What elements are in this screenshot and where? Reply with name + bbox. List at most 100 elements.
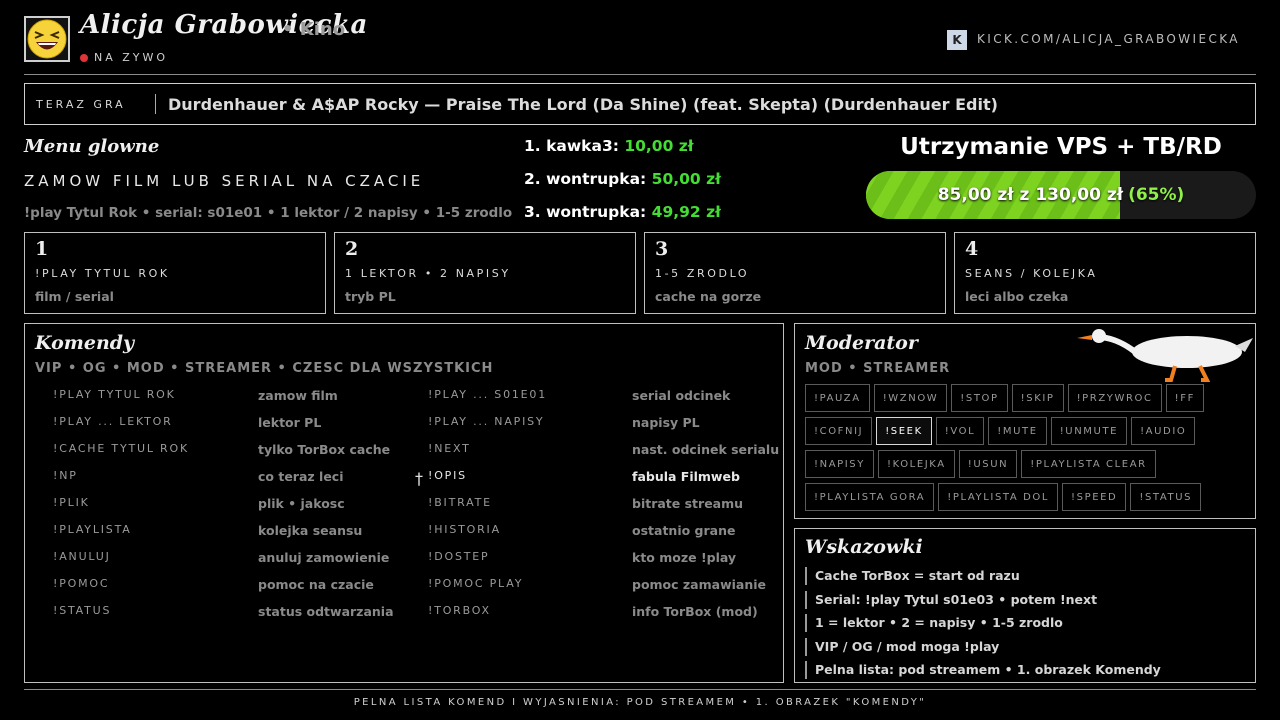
step-card: 2 1 LEKTOR • 2 NAPISY tryb PL xyxy=(334,232,636,314)
now-playing-separator xyxy=(155,94,156,114)
channel-url[interactable]: KICK.COM/ALICJA_GRABOWIECKA xyxy=(977,32,1240,46)
avatar xyxy=(24,16,70,62)
goal-title: Utrzymanie VPS + TB/RD xyxy=(900,134,1222,160)
moderator-command-button[interactable]: !STOP xyxy=(951,384,1008,412)
moderator-command-button[interactable]: !USUN xyxy=(958,450,1018,478)
moderator-command-button[interactable]: !FF xyxy=(1165,384,1204,412)
header-divider xyxy=(24,74,1256,75)
command-name: !ANULUJ xyxy=(53,550,111,563)
moderator-command-button[interactable]: !PLAYLISTA CLEAR xyxy=(1021,450,1156,478)
step-card: 1 !PLAY TYTUL ROK film / serial xyxy=(24,232,326,314)
moderator-command-button[interactable]: !NAPISY xyxy=(805,450,874,478)
moderator-command-button[interactable]: !KOLEJKA xyxy=(877,450,955,478)
moderator-command-button[interactable]: !PRZYWROC xyxy=(1067,384,1162,412)
command-name: !PLAY ... S01E01 xyxy=(428,388,548,401)
command-row: !PLAY ... LEKTOR lektor PL !PLAY ... NAPIS… xyxy=(53,415,793,442)
step-subtext: film / serial xyxy=(35,289,114,304)
order-heading: ZAMOW FILM LUB SERIAL NA CZACIE xyxy=(24,172,425,190)
tip-item: Cache TorBox = start od razu xyxy=(805,567,1161,585)
command-name: !OPIS xyxy=(428,469,467,482)
menu-title: Menu glowne xyxy=(24,136,160,157)
command-name: !PLAY TYTUL ROK xyxy=(53,388,176,401)
goal-amount: 85,00 zł z 130,00 zł xyxy=(937,185,1124,205)
moderator-command-button[interactable]: !PLAYLISTA GORA xyxy=(805,483,935,511)
command-row: !PLIK plik • jakosc !BITRATE bitrate stream… xyxy=(53,496,793,523)
footer-note: PELNA LISTA KOMEND I WYJASNIENIA: POD ST… xyxy=(353,697,927,708)
moderator-command-button[interactable]: !SEEK xyxy=(876,417,932,445)
moderator-button-row: !COFNIJ !SEEK !VOL !MUTE !UNMUTE !AUDIO xyxy=(805,417,1255,445)
commands-panel: Komendy VIP • OG • MOD • STREAMER • CZES… xyxy=(24,323,784,683)
command-name: !PLAYLISTA xyxy=(53,523,132,536)
command-description: kolejka seansu xyxy=(258,523,363,538)
tips-panel: Wskazowki Cache TorBox = start od razu S… xyxy=(794,528,1256,683)
goose-icon xyxy=(1077,329,1253,382)
command-name: !TORBOX xyxy=(428,604,491,617)
donor-rank: 3. xyxy=(524,203,541,221)
command-name: !PLIK xyxy=(53,496,90,509)
command-description: lektor PL xyxy=(258,415,322,430)
moderator-command-button[interactable]: !VOL xyxy=(935,417,985,445)
step-number: 4 xyxy=(965,238,979,260)
moderator-command-button[interactable]: !COFNIJ xyxy=(805,417,873,445)
donor-name: wontrupka: xyxy=(546,170,647,188)
step-heading: SEANS / KOLEJKA xyxy=(965,267,1098,280)
command-description: ostatnio grane xyxy=(632,523,736,538)
donor-name: kawka3: xyxy=(546,137,619,155)
moderator-command-button[interactable]: !AUDIO xyxy=(1131,417,1196,445)
commands-subtitle: VIP • OG • MOD • STREAMER • CZESC DLA WS… xyxy=(35,361,494,376)
command-name: !HISTORIA xyxy=(428,523,501,536)
live-indicator: NA ZYWO xyxy=(80,51,168,64)
donor-row: 2. wontrupka: 50,00 zł xyxy=(524,170,721,203)
step-heading: 1 LEKTOR • 2 NAPISY xyxy=(345,267,511,280)
moderator-command-button[interactable]: !PLAYLISTA DOL xyxy=(938,483,1059,511)
moderator-command-button[interactable]: !WZNOW xyxy=(873,384,948,412)
step-subtext: tryb PL xyxy=(345,289,396,304)
donor-name: wontrupka: xyxy=(546,203,647,221)
command-name: !NP xyxy=(53,469,78,482)
command-row: !CACHE TYTUL ROK tylko TorBox cache !NEXT n… xyxy=(53,442,793,469)
command-row: !PLAY TYTUL ROK zamow film !PLAY ... S01E0… xyxy=(53,388,793,415)
command-description: pomoc na czacie xyxy=(258,577,374,592)
moderator-command-button[interactable]: !SPEED xyxy=(1062,483,1127,511)
order-syntax: !play Tytul Rok • serial: s01e01 • 1 lek… xyxy=(24,205,513,221)
moderator-subtitle: MOD • STREAMER xyxy=(805,361,951,376)
donor-amount: 10,00 zł xyxy=(624,137,694,155)
command-name: !POMOC xyxy=(53,577,110,590)
command-description: kto moze !play xyxy=(632,550,737,565)
moderator-button-row: !PAUZA !WZNOW !STOP !SKIP !PRZYWROC !FF xyxy=(805,384,1255,412)
moderator-command-button[interactable]: !SKIP xyxy=(1011,384,1064,412)
moderator-title: Moderator xyxy=(805,332,918,354)
command-name: !NEXT xyxy=(428,442,471,455)
command-description: pomoc zamawianie xyxy=(632,577,767,592)
step-heading: 1-5 ZRODLO xyxy=(655,267,750,280)
moderator-command-button[interactable]: !PAUZA xyxy=(805,384,870,412)
command-description: anuluj zamowienie xyxy=(258,550,390,565)
command-name: !POMOC PLAY xyxy=(428,577,524,590)
moderator-command-button[interactable]: !UNMUTE xyxy=(1050,417,1128,445)
moderator-command-button[interactable]: !STATUS xyxy=(1130,483,1202,511)
command-row: !PLAYLISTA kolejka seansu !HISTORIA ostatni… xyxy=(53,523,793,550)
now-playing-title: Durdenhauer & A$AP Rocky — Praise The Lo… xyxy=(168,94,998,114)
command-name: !BITRATE xyxy=(428,496,492,509)
command-description: fabula Filmweb xyxy=(632,469,740,484)
command-description: nast. odcinek serialu xyxy=(632,442,780,457)
command-name: !PLAY ... NAPISY xyxy=(428,415,545,428)
now-playing-bar: TERAZ GRA Durdenhauer & A$AP Rocky — Pra… xyxy=(24,83,1256,125)
command-row: !NP co teraz leci !OPIS fabula Filmweb † xyxy=(53,469,793,496)
goal-percent: (65%) xyxy=(1128,185,1185,205)
commands-title: Komendy xyxy=(35,332,135,354)
command-row: !STATUS status odtwarzania !TORBOX info Tor… xyxy=(53,604,793,631)
tips-list: Cache TorBox = start od razu Serial: !pl… xyxy=(805,567,1161,685)
step-card: 3 1-5 ZRODLO cache na gorze xyxy=(644,232,946,314)
goal-progress-bar: 85,00 zł z 130,00 zł (65%) xyxy=(866,171,1256,219)
command-name: !PLAY ... LEKTOR xyxy=(53,415,173,428)
commands-grid: !PLAY TYTUL ROK zamow film !PLAY ... S01E0… xyxy=(53,388,793,631)
now-playing-label: TERAZ GRA xyxy=(36,97,126,111)
donor-rank: 2. xyxy=(524,170,541,188)
step-heading: !PLAY TYTUL ROK xyxy=(35,267,170,280)
moderator-panel: Moderator MOD • STREAMER !PAUZA !WZNOW !ST… xyxy=(794,323,1256,519)
command-description: tylko TorBox cache xyxy=(258,442,391,457)
command-name: !DOSTEP xyxy=(428,550,490,563)
moderator-command-button[interactable]: !MUTE xyxy=(988,417,1047,445)
command-name: !STATUS xyxy=(53,604,112,617)
